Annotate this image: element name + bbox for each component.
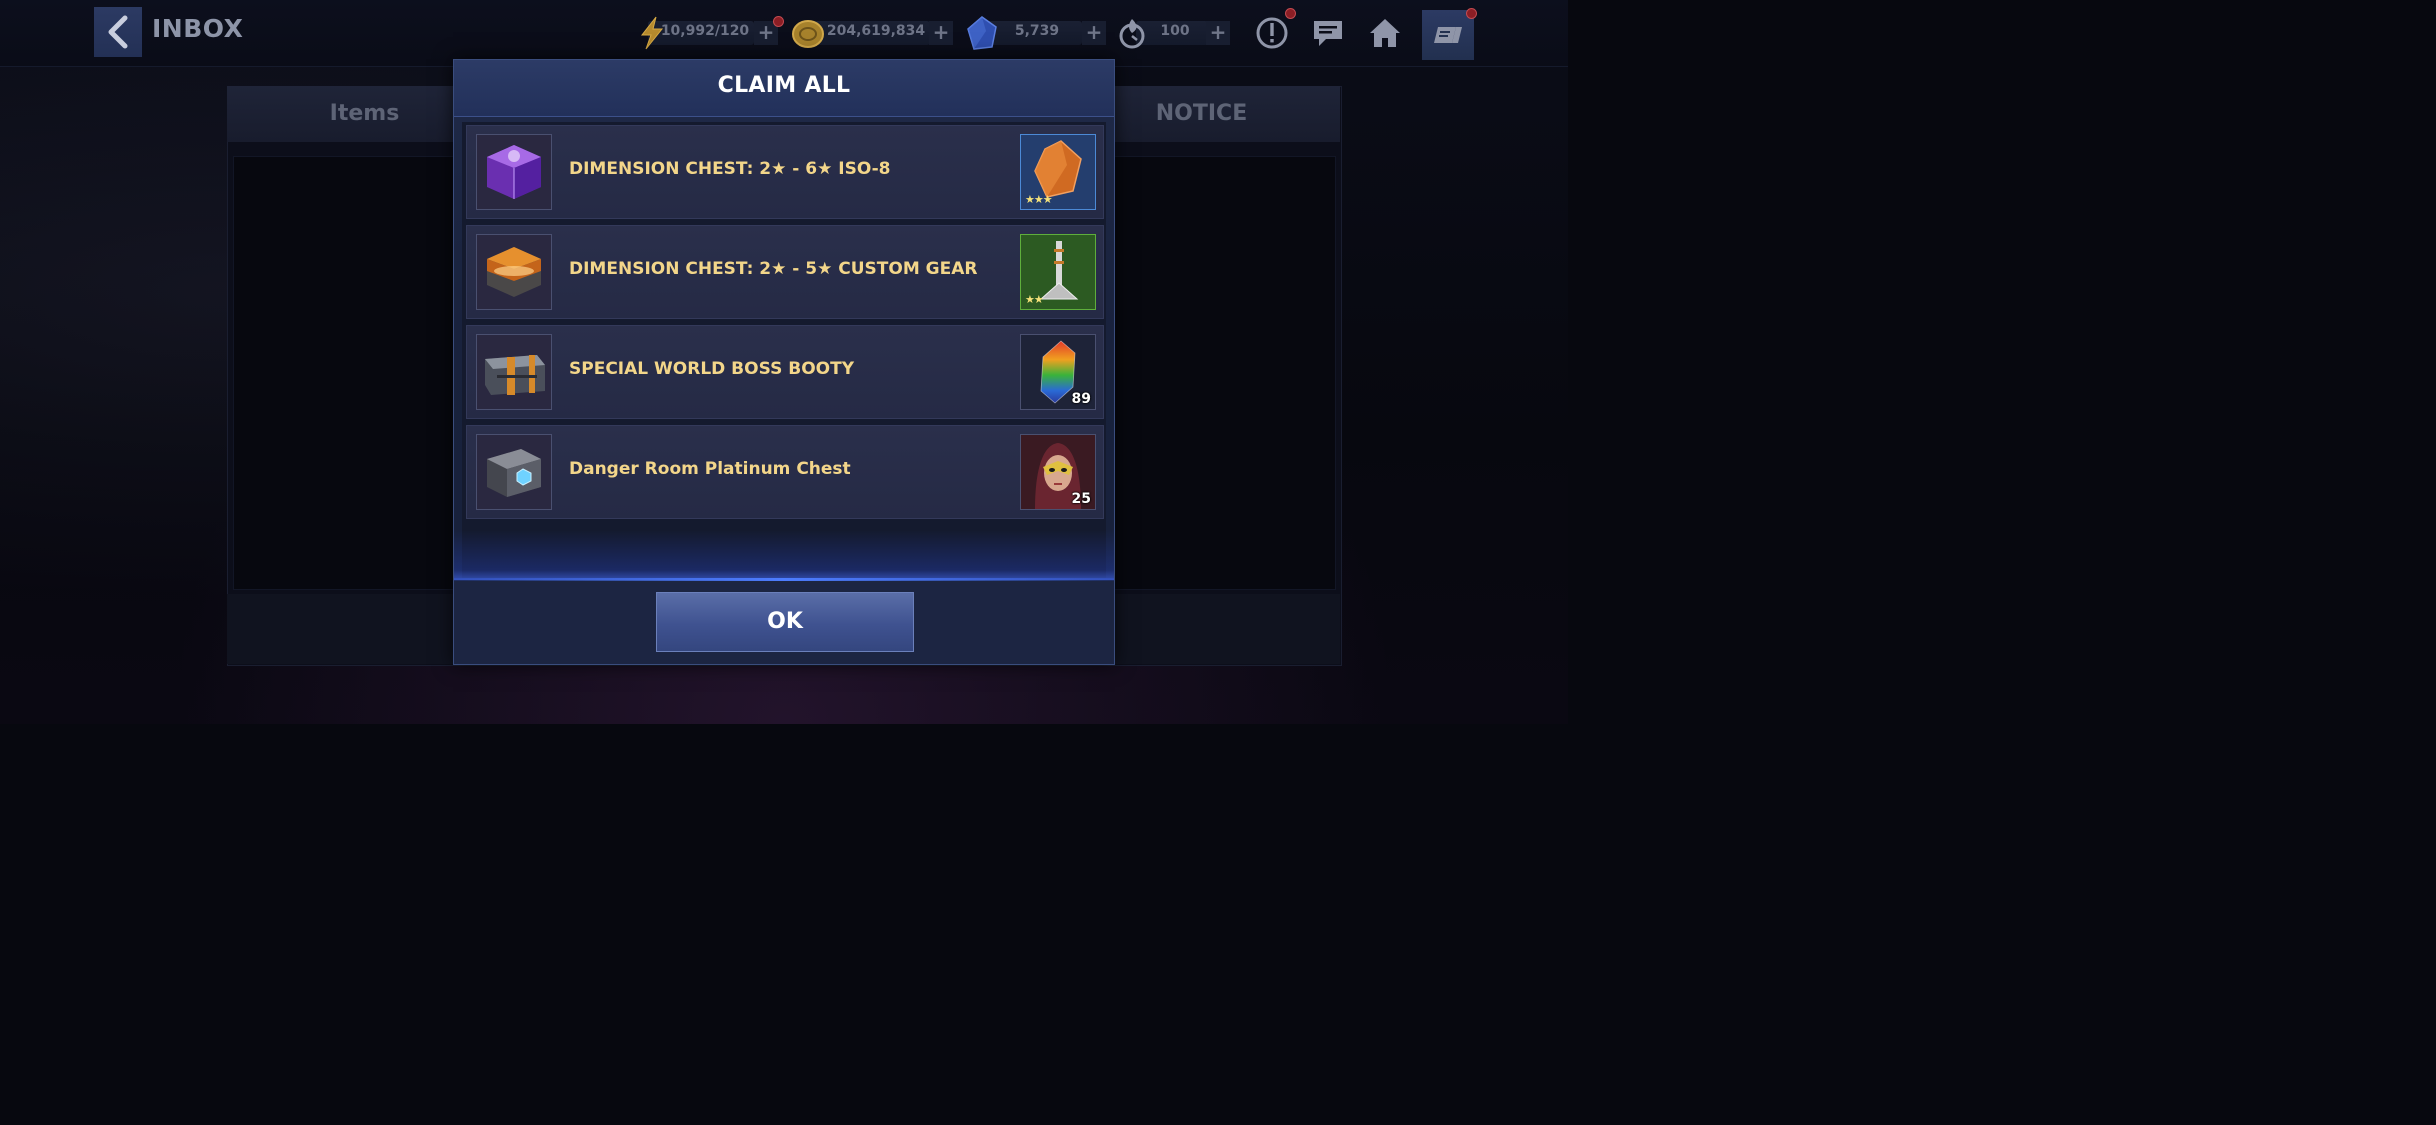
character-shard-icon: 25 [1020,434,1096,510]
dialog-title: CLAIM ALL [717,73,851,98]
reward-row: Danger Room Platinum Chest 25 [466,425,1104,519]
raid-energy-flame-icon [1119,19,1145,49]
power-cores-add-button[interactable]: + [1082,21,1106,45]
dialog-header: CLAIM ALL [454,60,1114,117]
home-icon[interactable] [1367,15,1403,51]
reward-count: 89 [1071,391,1091,407]
menu-button[interactable] [1422,10,1474,60]
raid-energy-counter: 100 + [1114,19,1230,49]
ok-button[interactable]: OK [656,592,914,652]
power-core-gem-icon [967,16,997,50]
gold-coin-icon [792,20,824,48]
inbox-list-left [233,156,457,590]
world-boss-chest-icon [476,334,552,410]
dimension-chest-purple-icon [476,134,552,210]
rainbow-crystal-icon: 89 [1020,334,1096,410]
iso8-crystal-icon: ★★★ [1020,134,1096,210]
raid-energy-value: 100 [1160,23,1190,39]
reward-row: SPECIAL WORLD BOSS BOOTY 89 [466,325,1104,419]
reward-stars: ★★★ [1025,193,1053,206]
chevron-left-icon [108,15,128,49]
power-cores-counter: 5,739 + [964,16,1108,50]
dimension-chest-orange-icon [476,234,552,310]
claim-all-dialog: CLAIM ALL DIMENSION CHEST: 2★ - 6★ ISO-8 [453,59,1115,665]
reward-name: SPECIAL WORLD BOSS BOOTY [569,359,854,379]
reward-row: DIMENSION CHEST: 2★ - 6★ ISO-8 ★★★ [466,125,1104,219]
reward-name: DIMENSION CHEST: 2★ - 5★ CUSTOM GEAR [569,259,978,279]
platinum-chest-icon [476,434,552,510]
energy-value: 10,992/120 [660,23,750,39]
energy-counter: 10,992/120 + [634,16,784,50]
gold-value: 204,619,834 [826,23,926,39]
alert-icon[interactable] [1254,15,1290,51]
power-cores-value: 5,739 [1014,23,1060,39]
back-button[interactable] [94,7,142,57]
dialog-footer: OK [454,581,1114,664]
reward-count: 25 [1071,491,1091,507]
reward-row: DIMENSION CHEST: 2★ - 5★ CUSTOM GEAR ★★ [466,225,1104,319]
chat-icon[interactable] [1310,15,1346,51]
top-bar: INBOX 10,992/120 + 204,619,834 + 5,739 +… [0,0,1568,67]
dialog-glow [454,530,1114,580]
reward-stars: ★★ [1025,293,1044,306]
gold-add-button[interactable]: + [929,21,953,45]
page-title: INBOX [152,14,244,43]
menu-notification-dot [1466,8,1477,19]
game-screen: INBOX 10,992/120 + 204,619,834 + 5,739 +… [0,0,1568,724]
gold-counter: 204,619,834 + [790,19,956,48]
custom-gear-icon: ★★ [1020,234,1096,310]
alert-notification-dot [1285,8,1296,19]
missions-icon [1434,27,1462,43]
reward-name: DIMENSION CHEST: 2★ - 6★ ISO-8 [569,159,891,179]
reward-name: Danger Room Platinum Chest [569,459,851,479]
raid-energy-add-button[interactable]: + [1206,21,1230,45]
inbox-list-right [1112,156,1336,590]
reward-list: DIMENSION CHEST: 2★ - 6★ ISO-8 ★★★ DIMEN… [462,122,1106,578]
notification-dot [773,16,784,27]
